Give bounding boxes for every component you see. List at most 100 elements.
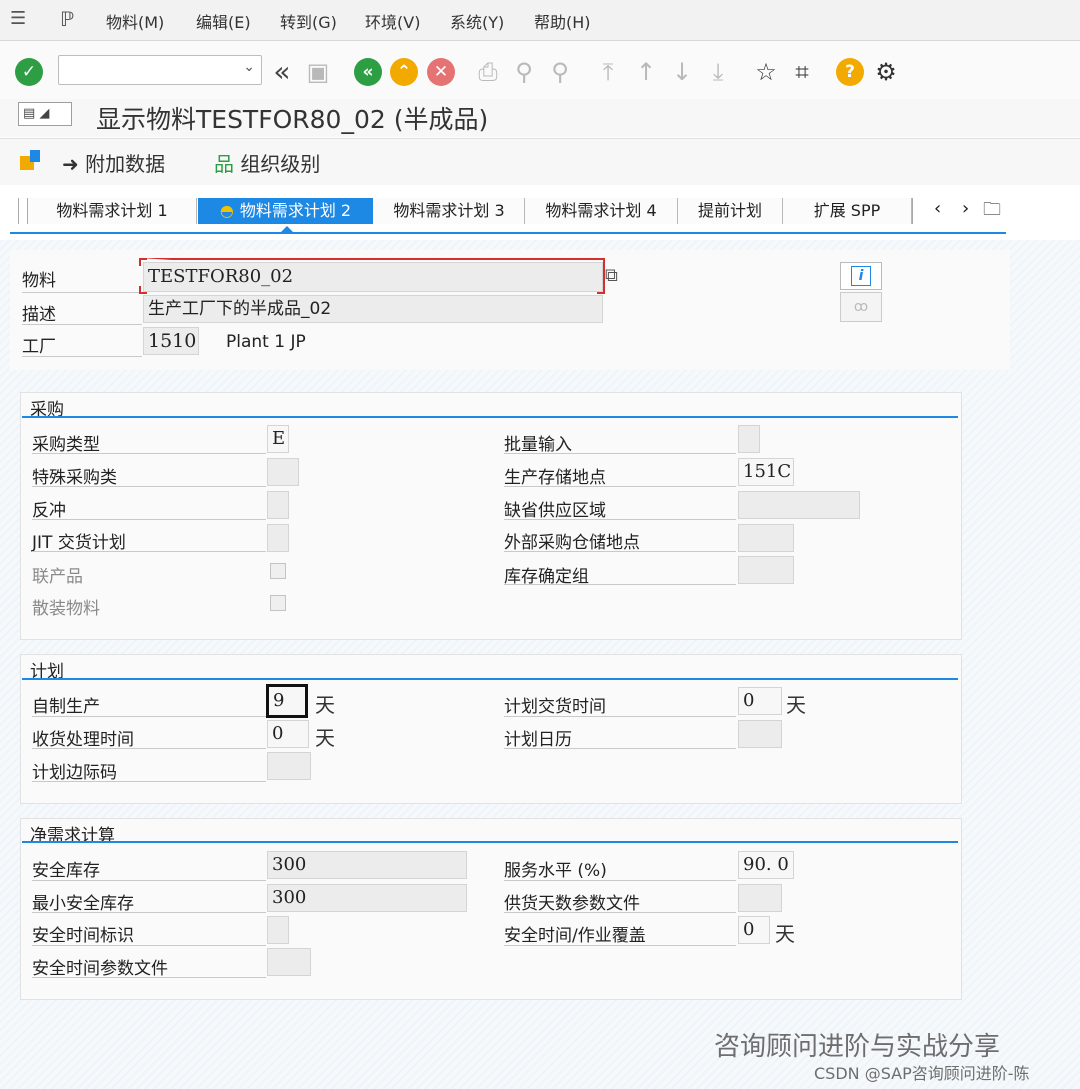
gr-processing-field[interactable]: 0	[267, 720, 309, 748]
procurement-type-label: 采购类型	[32, 435, 100, 455]
service-level-field[interactable]: 90. 0	[738, 851, 794, 879]
bulk-material-checkbox[interactable]	[270, 595, 286, 611]
org-levels-button[interactable]: 品 组织级别	[214, 148, 320, 177]
sm-key-field[interactable]	[267, 752, 311, 780]
shortcut-icon[interactable]: ⌗	[788, 58, 816, 86]
prod-storage-label: 生产存储地点	[504, 468, 606, 488]
special-procurement-label: 特殊采购类	[32, 468, 117, 488]
inhouse-prod-label: 自制生产	[32, 697, 100, 717]
additional-data-label: 附加数据	[85, 152, 166, 176]
first-page-icon[interactable]: ⤒	[594, 58, 622, 86]
plant-label: 工厂	[22, 337, 56, 357]
tab-strip-end	[912, 198, 919, 224]
jit-field[interactable]	[267, 524, 289, 552]
next-page-icon[interactable]: ↓	[668, 58, 696, 86]
tab-status-icon: ◓	[219, 201, 234, 220]
command-field[interactable]: ⌄	[58, 55, 262, 85]
tab-extended-spp[interactable]: 扩展 SPP	[783, 198, 912, 224]
batch-entry-label: 批量输入	[504, 435, 572, 455]
display-glasses-icon[interactable]: ꝏ	[840, 292, 882, 322]
safety-time-ind-field[interactable]	[267, 916, 289, 944]
tab-lead-time[interactable]: 提前计划	[678, 198, 783, 224]
description-label: 描述	[22, 305, 56, 325]
sm-key-label: 计划边际码	[32, 763, 117, 783]
safety-time-profile-field[interactable]	[267, 948, 311, 976]
min-safety-stock-field[interactable]: 300	[267, 884, 467, 912]
safety-time-act-label: 安全时间/作业覆盖	[504, 926, 646, 946]
menu-goto[interactable]: 转到(G)	[280, 9, 337, 33]
menu-bar: ☰ ℙ 物料(M) 编辑(E) 转到(G) 环境(V) 系统(Y) 帮助(H)	[0, 0, 1080, 41]
gr-processing-unit: 天	[315, 726, 335, 750]
tab-mrp3[interactable]: 物料需求计划 3	[374, 198, 525, 224]
material-label: 物料	[22, 271, 56, 291]
plant-field[interactable]: 1510	[143, 327, 199, 355]
ext-proc-storage-label: 外部采购仓储地点	[504, 533, 640, 553]
find-next-icon[interactable]: ⚲	[546, 58, 574, 86]
menu-edit[interactable]: 编辑(E)	[196, 9, 251, 33]
inhouse-prod-unit: 天	[315, 693, 335, 717]
tab-scroll-left-icon[interactable]: ‹	[934, 198, 941, 219]
menu-system[interactable]: 系统(Y)	[450, 9, 504, 33]
copy-icon[interactable]: ⧉	[605, 265, 618, 286]
create-session-icon[interactable]: ☆	[752, 58, 780, 86]
active-tab-pointer	[280, 226, 294, 233]
menu-environment[interactable]: 环境(V)	[365, 9, 420, 33]
default-supply-area-field[interactable]	[738, 491, 860, 519]
planned-delivery-label: 计划交货时间	[504, 697, 606, 717]
tab-underline	[10, 232, 1006, 234]
last-page-icon[interactable]: ⤓	[704, 58, 732, 86]
tab-mrp4[interactable]: 物料需求计划 4	[525, 198, 678, 224]
gr-processing-label: 收货处理时间	[32, 730, 134, 750]
backflush-label: 反冲	[32, 501, 66, 521]
plant-name: Plant 1 JP	[226, 332, 306, 352]
safety-time-act-field[interactable]: 0	[738, 916, 770, 944]
coverage-profile-label: 供货天数参数文件	[504, 894, 640, 914]
ext-proc-storage-field[interactable]	[738, 524, 794, 552]
safety-stock-label: 安全库存	[32, 861, 100, 881]
menu-material[interactable]: 物料(M)	[106, 9, 164, 33]
tab-mrp2-label: 物料需求计划 2	[239, 201, 352, 220]
menu-toggle-icon[interactable]: ▤ ◢	[18, 102, 72, 126]
planning-calendar-field[interactable]	[738, 720, 782, 748]
menu-help[interactable]: 帮助(H)	[534, 9, 591, 33]
command-icon[interactable]: ℙ	[60, 7, 74, 31]
back-icon[interactable]: «	[354, 58, 382, 86]
prev-page-icon[interactable]: ↑	[632, 58, 660, 86]
special-procurement-field[interactable]	[267, 458, 299, 486]
tab-scroll-right-icon[interactable]: ›	[962, 198, 969, 219]
org-levels-label: 组织级别	[240, 152, 321, 176]
back-double-icon[interactable]: «	[268, 58, 296, 86]
coproduct-checkbox[interactable]	[270, 563, 286, 579]
procurement-type-field[interactable]: E	[267, 425, 289, 453]
print-icon[interactable]: ⎙	[474, 58, 502, 86]
settings-icon[interactable]: ⚙	[872, 58, 900, 86]
info-icon[interactable]: i	[840, 262, 882, 290]
safety-time-ind-label: 安全时间标识	[32, 926, 134, 946]
default-supply-area-label: 缺省供应区域	[504, 501, 606, 521]
tab-mrp1[interactable]: 物料需求计划 1	[28, 198, 197, 224]
help-icon[interactable]: ?	[836, 58, 864, 86]
exit-icon[interactable]: ⌃	[390, 58, 418, 86]
chevron-down-icon[interactable]: ⌄	[243, 59, 255, 75]
stock-det-group-field[interactable]	[738, 556, 794, 584]
batch-entry-field[interactable]	[738, 425, 760, 453]
backflush-field[interactable]	[267, 491, 289, 519]
tab-list-icon[interactable]: 🗀	[983, 197, 1001, 227]
find-icon[interactable]: ⚲	[510, 58, 538, 86]
save-icon[interactable]: ▣	[304, 58, 332, 86]
prod-storage-field[interactable]: 151C	[738, 458, 794, 486]
planned-delivery-field[interactable]: 0	[738, 687, 782, 715]
tab-mrp2[interactable]: ◓ 物料需求计划 2	[198, 198, 373, 224]
planned-delivery-unit: 天	[786, 693, 806, 717]
check-icon[interactable]: ✓	[15, 58, 43, 86]
safety-stock-field[interactable]: 300	[267, 851, 467, 879]
additional-data-button[interactable]: ➜ 附加数据	[62, 148, 165, 177]
coverage-profile-field[interactable]	[738, 884, 782, 912]
planning-calendar-label: 计划日历	[504, 730, 572, 750]
cancel-icon[interactable]: ✕	[427, 58, 455, 86]
menu-list-icon[interactable]: ☰	[10, 8, 26, 29]
inhouse-prod-field[interactable]: 9	[266, 684, 308, 718]
description-field[interactable]: 生产工厂下的半成品_02	[143, 295, 603, 323]
export-icon[interactable]	[18, 148, 44, 174]
coproduct-label: 联产品	[32, 567, 83, 587]
